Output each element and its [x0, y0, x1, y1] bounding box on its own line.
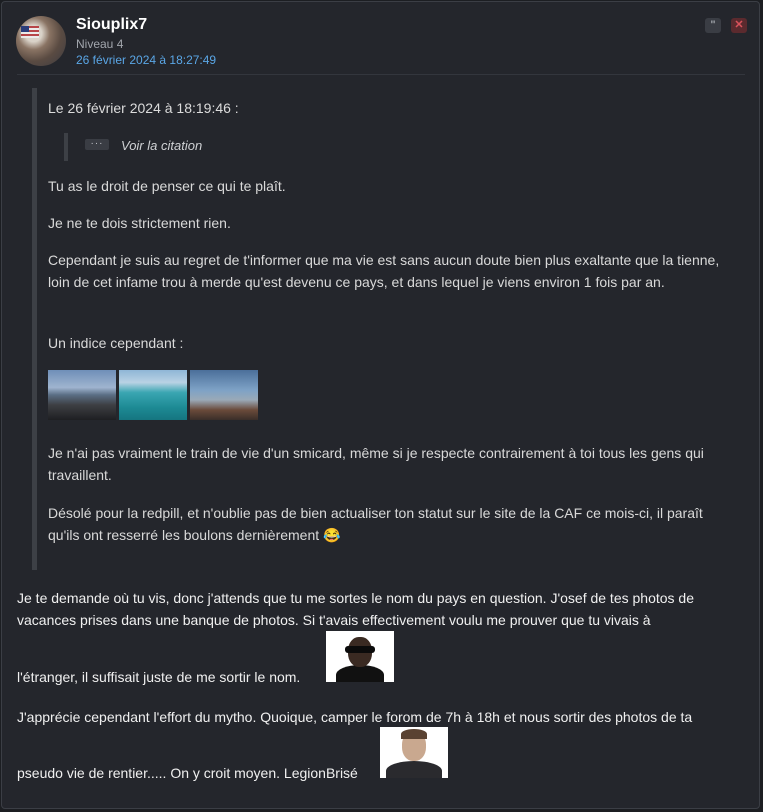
message-line: vacances prises dans une banque de photo…: [17, 612, 651, 628]
sticker-image[interactable]: [380, 727, 448, 778]
quote-paragraph: Un indice cependant :: [48, 335, 184, 351]
message-line: J'apprécie cependant l'effort du mytho. …: [17, 709, 693, 725]
header-divider: [17, 74, 745, 75]
post-date-link[interactable]: 26 février 2024 à 18:27:49: [76, 53, 216, 67]
quote-icon[interactable]: ": [705, 18, 721, 33]
avatar[interactable]: [16, 16, 66, 66]
author-level: Niveau 4: [76, 37, 124, 51]
photo-thumbnail[interactable]: [119, 370, 187, 420]
photo-thumbnail[interactable]: [190, 370, 258, 420]
quote-paragraph: Désolé pour la redpill, et n'oublie pas …: [48, 505, 703, 543]
nested-quote: ··· Voir la citation: [64, 133, 202, 161]
quote-paragraph: Je n'ai pas vraiment le train de vie d'u…: [48, 445, 704, 483]
quote-paragraph: Je ne te dois strictement rien.: [48, 215, 231, 231]
quote-paragraph: Tu as le droit de penser ce qui te plaît…: [48, 178, 286, 194]
forum-post: Siouplix7 Niveau 4 26 février 2024 à 18:…: [1, 1, 760, 809]
view-quote-label[interactable]: Voir la citation: [121, 138, 202, 153]
quote-block: Le 26 février 2024 à 18:19:46 : ··· Voir…: [32, 88, 745, 570]
quote-header: Le 26 février 2024 à 18:19:46 :: [48, 100, 239, 116]
sticker-image[interactable]: [326, 631, 394, 682]
message-line: Je te demande où tu vis, donc j'attends …: [17, 590, 694, 606]
author-name[interactable]: Siouplix7: [76, 16, 147, 34]
expand-quote-button[interactable]: ···: [85, 139, 109, 150]
quote-paragraph: Cependant je suis au regret de t'informe…: [48, 252, 720, 290]
close-icon[interactable]: ✕: [731, 18, 747, 33]
photo-thumbnail[interactable]: [48, 370, 116, 420]
